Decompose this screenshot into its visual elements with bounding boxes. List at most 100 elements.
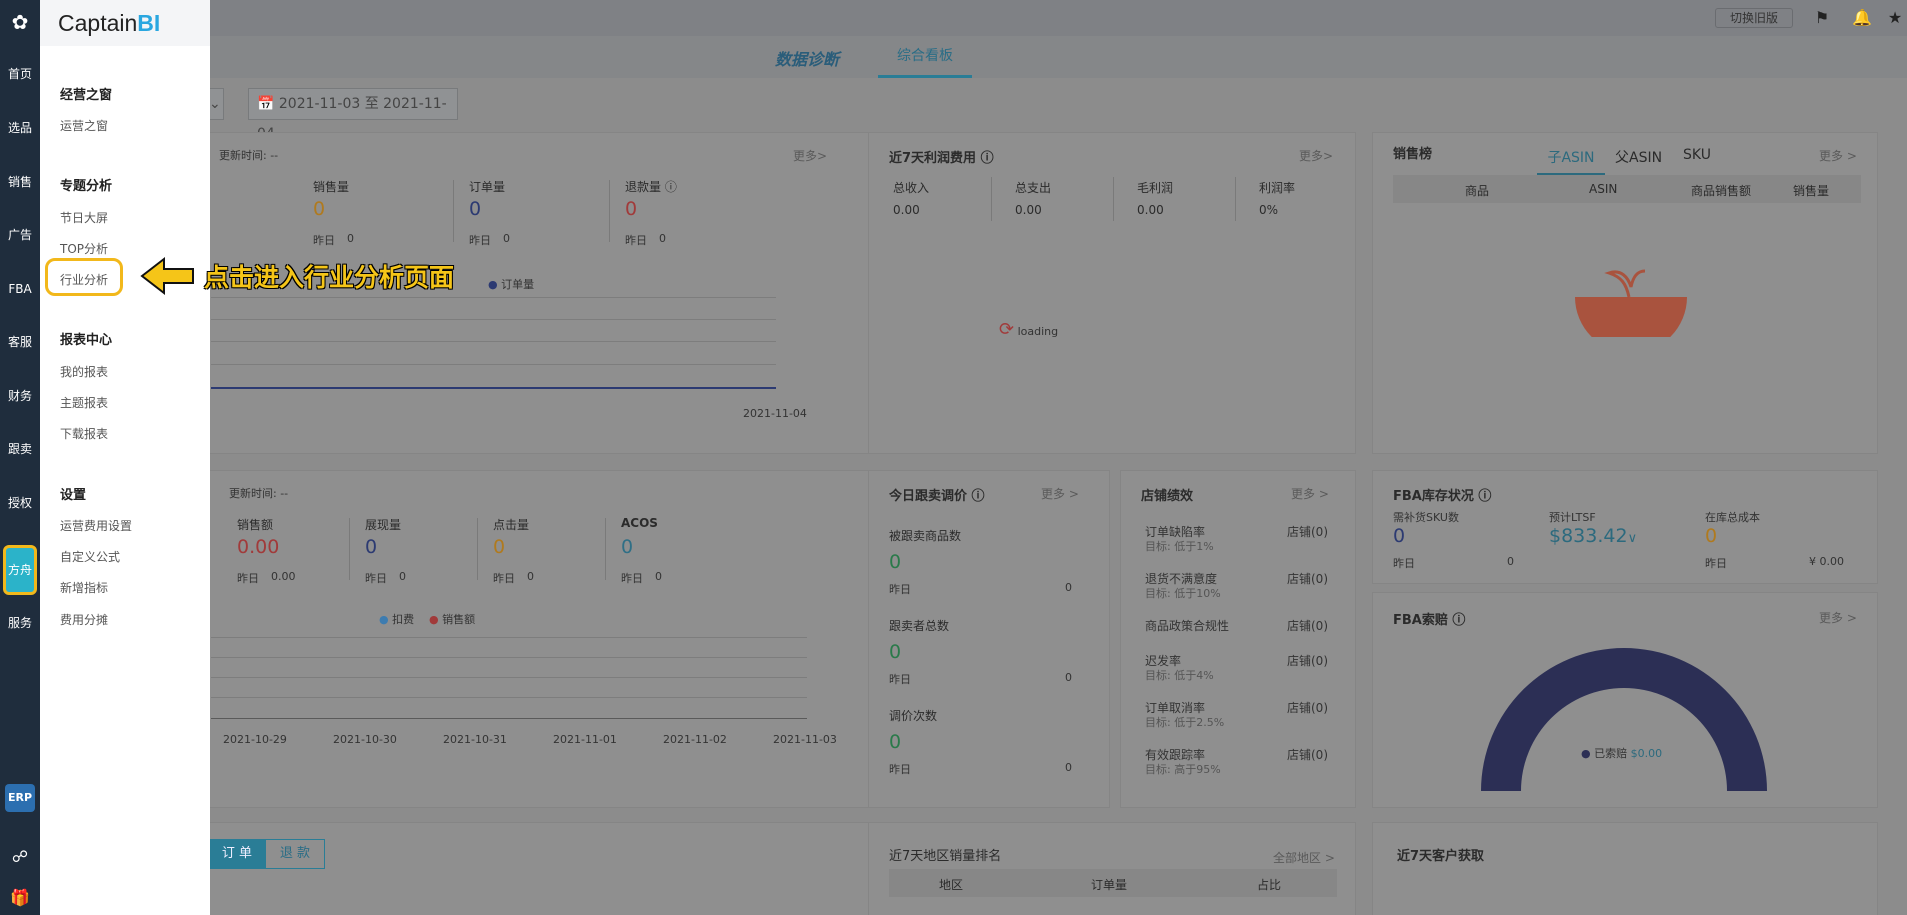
bell-icon[interactable]: 🔔 [1852, 8, 1872, 28]
perf-value[interactable]: 店铺(0) [1287, 570, 1328, 587]
gift-icon[interactable]: 🎁 [8, 886, 32, 910]
tab-child-asin[interactable]: 子ASIN [1537, 147, 1605, 175]
perf-value[interactable]: 店铺(0) [1287, 523, 1328, 540]
stock-label: 需补货SKU数 [1393, 511, 1459, 524]
nav-sales[interactable]: 销售 [0, 162, 40, 202]
tab-sku[interactable]: SKU [1683, 147, 1711, 163]
menu-link-my-reports[interactable]: 我的报表 [60, 363, 108, 380]
table-header: 商品 ASIN 商品销售额 销售量 [1393, 175, 1861, 203]
help-icon[interactable]: ⓘ [981, 151, 994, 166]
tab-data-diagnose[interactable]: 数据诊断 [775, 46, 839, 70]
col-label: 利润率 [1259, 181, 1296, 195]
region-ranking-card: 近7天地区销量排名 全部地区 > 地区 订单量 占比 [868, 822, 1356, 915]
more-link[interactable]: 更多 > [1041, 485, 1079, 502]
menu-link-new-metric[interactable]: 新增指标 [60, 579, 108, 596]
switch-old-version-button[interactable]: 切换旧版 [1715, 8, 1793, 28]
date-range-picker[interactable]: 📅 2021-11-03 至 2021-11-04 [248, 88, 458, 142]
perf-target: 目标: 低于1% [1145, 540, 1214, 553]
top-bar: 切换旧版 ⚑ 🔔 ★ [210, 0, 1907, 36]
metric-label: 展现量 [365, 518, 402, 532]
nav-service[interactable]: 服务 [0, 603, 40, 643]
menu-link-custom-formula[interactable]: 自定义公式 [60, 548, 120, 565]
tab-orders[interactable]: 订 单 [209, 839, 265, 869]
perf-target: 目标: 低于4% [1145, 669, 1214, 682]
perf-value[interactable]: 店铺(0) [1287, 699, 1328, 716]
help-icon[interactable]: ⓘ [665, 180, 677, 194]
menu-link-holiday-screen[interactable]: 节日大屏 [60, 209, 108, 226]
metric-label: 销售额 [237, 518, 274, 532]
more-link[interactable]: 更多> [793, 147, 827, 164]
perf-value[interactable]: 店铺(0) [1287, 746, 1328, 763]
nav-fangzhou[interactable]: 方舟 [3, 545, 37, 595]
tab-dashboard[interactable]: 综合看板 [878, 36, 972, 78]
yesterday-value: 0 [1507, 555, 1514, 568]
help-icon[interactable]: ⓘ [1452, 613, 1465, 628]
brand-logo: CaptainBI [40, 0, 210, 46]
metric-label: 销售量 [313, 180, 350, 194]
stock-label: 预计LTSF [1549, 511, 1596, 524]
erp-button[interactable]: ERP [5, 784, 35, 812]
column-header: 商品 [1465, 184, 1490, 198]
metric-value: 0 [365, 536, 378, 558]
menu-link-industry-analysis[interactable]: 行业分析 [60, 271, 108, 288]
perf-target: 目标: 低于2.5% [1145, 716, 1225, 729]
chart-legend: ● 订单量 [488, 278, 535, 291]
menu-link-cost-allocation[interactable]: 费用分摊 [60, 611, 108, 628]
gridline [211, 637, 807, 638]
x-axis-label: 2021-11-03 [773, 733, 837, 746]
stock-label: 在库总成本 [1705, 511, 1760, 524]
yesterday-label: 昨日 [493, 572, 515, 585]
nav-follow-sell[interactable]: 跟卖 [0, 429, 40, 469]
tab-parent-asin[interactable]: 父ASIN [1615, 147, 1662, 167]
card-title: FBA库存状况 ⓘ [1393, 489, 1492, 504]
menu-link-topic-reports[interactable]: 主题报表 [60, 394, 108, 411]
perf-value[interactable]: 店铺(0) [1287, 652, 1328, 669]
help-icon[interactable]: ⓘ [1478, 489, 1491, 504]
divider [453, 180, 454, 242]
chevron-down-icon[interactable]: ∨ [1628, 531, 1638, 546]
x-axis-label: 2021-10-29 [223, 733, 287, 746]
gridline [211, 364, 776, 365]
all-regions-link[interactable]: 全部地区 > [1273, 849, 1335, 866]
empty-state-icon [1575, 269, 1687, 337]
nav-authorize[interactable]: 授权 [0, 483, 40, 523]
claim-gauge [1481, 648, 1767, 791]
more-link[interactable]: 更多 > [1819, 609, 1857, 626]
perf-name: 商品政策合规性 [1145, 619, 1230, 633]
nav-home[interactable]: 首页 [0, 54, 40, 94]
support-icon[interactable]: ☍ [8, 845, 32, 869]
nav-fba[interactable]: FBA [0, 269, 40, 309]
menu-link-cost-settings[interactable]: 运营费用设置 [60, 517, 132, 534]
yesterday-label: 昨日 [1705, 557, 1727, 570]
menu-link-top-analysis[interactable]: TOP分析 [60, 240, 108, 257]
nav-customer-service[interactable]: 客服 [0, 322, 40, 362]
more-link[interactable]: 更多 > [1291, 485, 1329, 502]
legend-dot-icon: ● [429, 613, 439, 626]
fangzhou-menu: CaptainBI 经营之窗 运营之窗 专题分析 节日大屏 TOP分析 行业分析… [40, 0, 210, 915]
nav-finance[interactable]: 财务 [0, 376, 40, 416]
x-axis-label: 2021-11-02 [663, 733, 727, 746]
logo-icon[interactable]: ✿ [6, 8, 34, 36]
more-link[interactable]: 更多> [1299, 147, 1333, 164]
yesterday-value: 0.00 [271, 570, 296, 583]
avatar[interactable]: ★ [1885, 8, 1905, 28]
stock-value: $833.42∨ [1549, 525, 1638, 547]
annotation-text: 点击进入行业分析页面 [204, 263, 455, 292]
perf-value[interactable]: 店铺(0) [1287, 617, 1328, 634]
yesterday-label: 昨日 [469, 234, 491, 247]
tab-refunds[interactable]: 退 款 [265, 839, 325, 869]
menu-link-ops-window[interactable]: 运营之窗 [60, 117, 108, 134]
col-value: 0.00 [1137, 203, 1164, 217]
column-header: 销售量 [1793, 184, 1830, 198]
more-link[interactable]: 更多 > [1819, 147, 1857, 164]
flag-icon[interactable]: ⚑ [1812, 8, 1832, 28]
help-icon[interactable]: ⓘ [972, 489, 985, 504]
nav-selection[interactable]: 选品 [0, 108, 40, 148]
menu-link-download-reports[interactable]: 下载报表 [60, 425, 108, 442]
arrow-left-icon [140, 256, 194, 296]
nav-ads[interactable]: 广告 [0, 215, 40, 255]
yesterday-value: 0 [655, 570, 662, 583]
fba-claim-card: FBA索赔 ⓘ 更多 > ● 已索赔 $0.00 [1372, 592, 1878, 808]
calendar-icon: 📅 [257, 96, 275, 112]
menu-group-title: 报表中心 [60, 333, 113, 348]
